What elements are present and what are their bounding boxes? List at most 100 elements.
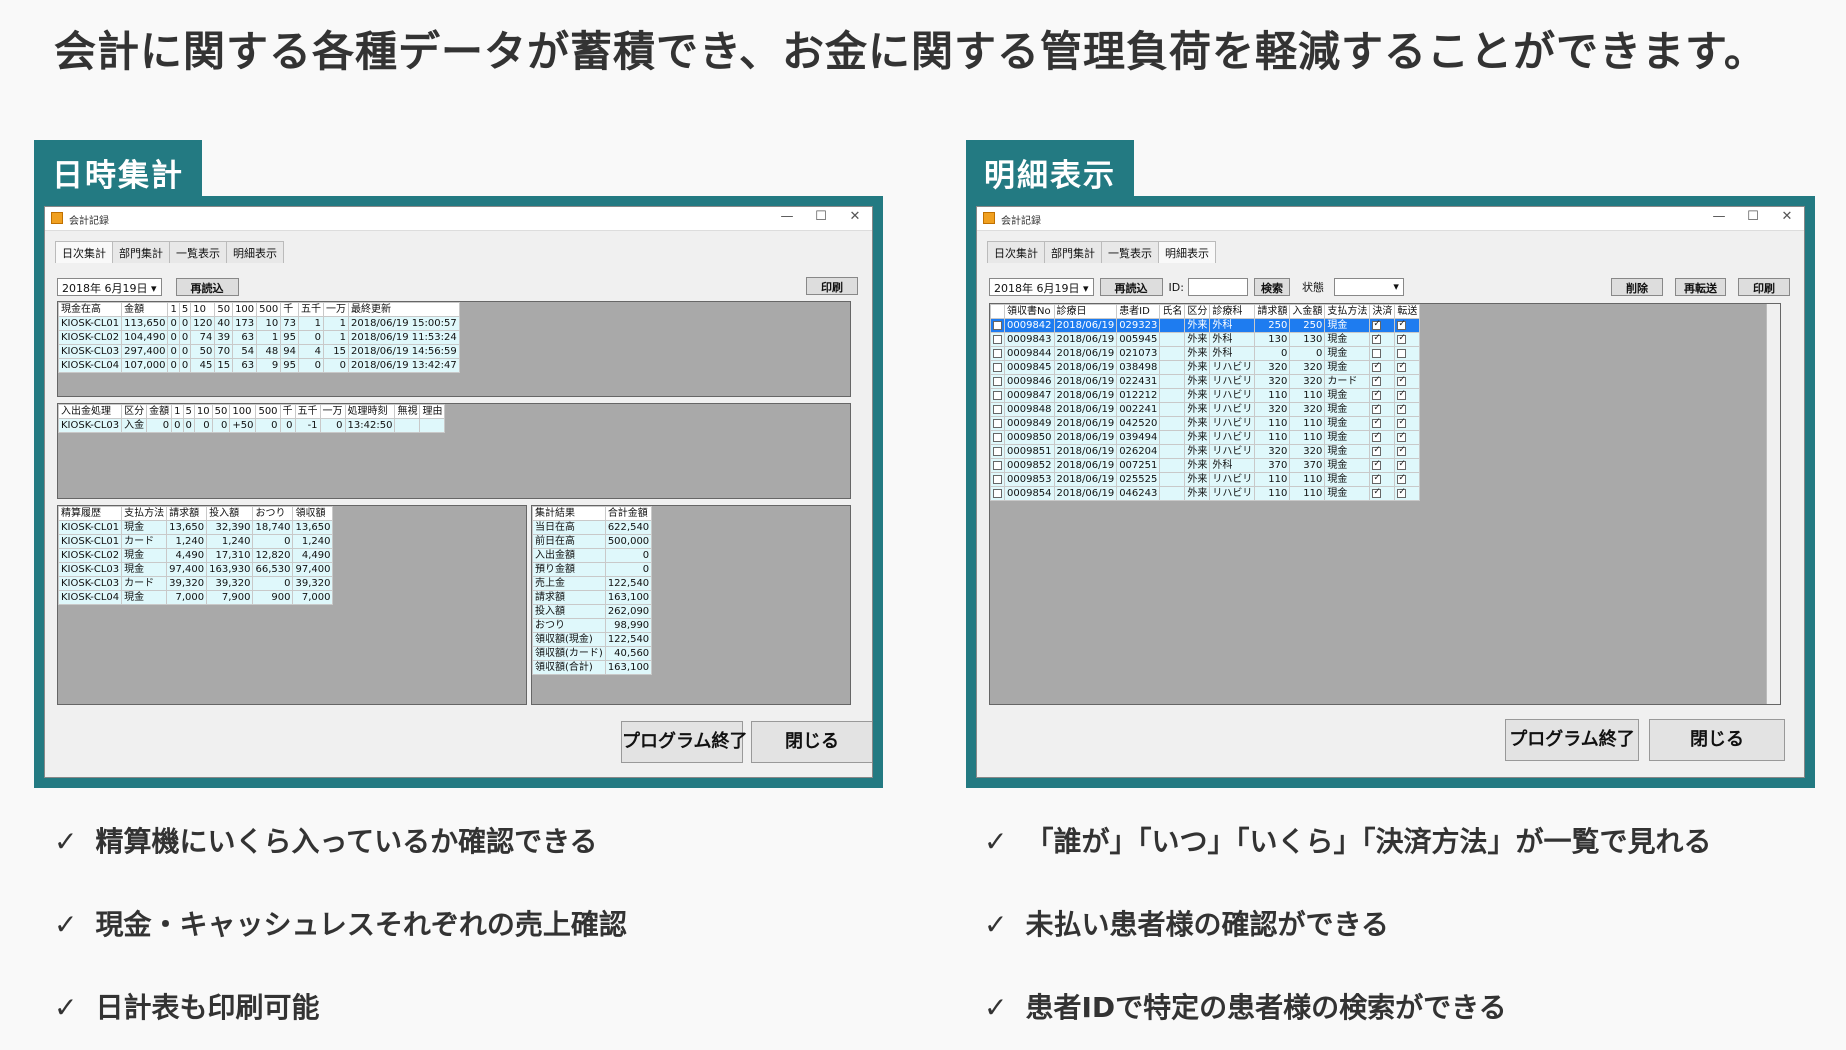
cash-grid[interactable]: 現金在高 金額 1 5 10 50 100 500 千五千 一万 最終更新 KIOSK-CL01 113… bbox=[57, 301, 851, 397]
table-row[interactable]: KIOSK-CL03 入金 0 0 0 0 0 +50 0 0 -1 0 13:42:50 bbox=[58, 418, 446, 433]
reload-button[interactable]: 再読込 bbox=[1099, 278, 1163, 296]
date-picker[interactable]: 2018年 6月19日 ▾ bbox=[57, 278, 162, 296]
column-header[interactable]: 集計結果 bbox=[532, 506, 606, 521]
column-header[interactable]: 患者ID bbox=[1116, 304, 1161, 319]
column-header[interactable]: 領収額 bbox=[292, 506, 334, 521]
checkbox[interactable] bbox=[1372, 374, 1382, 387]
checkbox[interactable] bbox=[1372, 472, 1382, 485]
column-header[interactable]: 精算履歴 bbox=[58, 506, 123, 521]
detail-grid[interactable]: 領収書No 診療日 患者ID 氏名 区分 診療科 請求額 入金額 支払方法 決済 転送 0009842… bbox=[989, 303, 1781, 705]
summary-grid[interactable]: 集計結果 合計金額 当日在高 622,540 前日在高 500,000 入出金額 0 預り金額 0… bbox=[531, 505, 851, 705]
column-header[interactable]: 1 bbox=[167, 302, 180, 317]
checkbox[interactable] bbox=[1372, 402, 1382, 415]
column-header[interactable]: 500 bbox=[256, 302, 282, 317]
column-header[interactable]: 請求額 bbox=[166, 506, 208, 521]
table-row[interactable]: 0009847 2018/06/19 012212 外来 リハビリ 110 110 現金 bbox=[990, 388, 1421, 403]
checkbox[interactable] bbox=[1372, 332, 1382, 345]
checkbox[interactable] bbox=[1397, 374, 1407, 387]
checkbox[interactable] bbox=[1372, 348, 1382, 358]
column-header[interactable]: 区分 bbox=[121, 404, 148, 419]
reload-button[interactable]: 再読込 bbox=[175, 278, 239, 296]
print-button[interactable]: 印刷 bbox=[806, 277, 858, 295]
column-header[interactable]: 領収書No bbox=[1004, 304, 1055, 319]
column-header[interactable]: 投入額 bbox=[206, 506, 254, 521]
checkbox[interactable] bbox=[993, 418, 1002, 428]
table-row[interactable]: 入出金額 0 bbox=[532, 548, 653, 563]
table-row[interactable]: 0009848 2018/06/19 002241 外来 リハビリ 320 320 現金 bbox=[990, 402, 1421, 417]
table-row[interactable]: 0009843 2018/06/19 005945 外来 外科 130 130 現金 bbox=[990, 332, 1421, 347]
column-header[interactable]: 氏名 bbox=[1159, 304, 1186, 319]
table-row[interactable]: KIOSK-CL02 104,490 0 0 74 39 63 1 95 0 1 2018/06/19… bbox=[58, 330, 460, 345]
table-row[interactable]: KIOSK-CL03 現金 97,400 163,930 66,530 97,400 bbox=[58, 562, 334, 577]
checkbox[interactable] bbox=[1397, 388, 1407, 401]
table-row[interactable]: 0009853 2018/06/19 025525 外来 リハビリ 110 110 現金 bbox=[990, 472, 1421, 487]
minimize-icon[interactable]: — bbox=[1704, 209, 1734, 224]
table-row[interactable]: おつり 98,990 bbox=[532, 618, 653, 633]
table-row[interactable]: 当日在高 622,540 bbox=[532, 520, 653, 535]
search-button[interactable]: 検索 bbox=[1253, 278, 1290, 296]
column-header[interactable]: 千 bbox=[279, 404, 296, 419]
program-exit-button[interactable]: プログラム終了 bbox=[1505, 719, 1639, 761]
table-row[interactable]: 領収額(カード) 40,560 bbox=[532, 646, 653, 661]
tab-daily[interactable]: 日次集計 bbox=[55, 241, 113, 263]
checkbox[interactable] bbox=[1397, 332, 1407, 345]
table-row[interactable]: 0009846 2018/06/19 022431 外来 リハビリ 320 320 カード bbox=[990, 374, 1421, 389]
checkbox[interactable] bbox=[1397, 472, 1407, 485]
checkbox[interactable] bbox=[993, 362, 1002, 372]
checkbox[interactable] bbox=[1372, 388, 1382, 401]
close-button[interactable]: 閉じる bbox=[751, 721, 872, 763]
checkbox[interactable] bbox=[1372, 458, 1382, 471]
table-row[interactable]: 0009844 2018/06/19 021073 外来 外科 0 0 現金 bbox=[990, 346, 1421, 361]
checkbox[interactable] bbox=[993, 334, 1002, 344]
column-header[interactable]: 診療科 bbox=[1209, 304, 1256, 319]
table-row[interactable]: KIOSK-CL02 現金 4,490 17,310 12,820 4,490 bbox=[58, 548, 334, 563]
tab-daily[interactable]: 日次集計 bbox=[987, 241, 1045, 263]
retransfer-button[interactable]: 再転送 bbox=[1675, 278, 1726, 296]
column-header[interactable]: 支払方法 bbox=[1324, 304, 1371, 319]
tab-department[interactable]: 部門集計 bbox=[112, 241, 170, 263]
close-icon[interactable]: ✕ bbox=[840, 209, 870, 224]
checkbox[interactable] bbox=[1397, 360, 1407, 373]
column-header[interactable]: 最終更新 bbox=[347, 302, 460, 317]
vertical-scrollbar[interactable] bbox=[1766, 304, 1780, 704]
status-select[interactable]: ▾ bbox=[1333, 278, 1404, 296]
checkbox[interactable] bbox=[993, 460, 1002, 470]
close-icon[interactable]: ✕ bbox=[1772, 209, 1802, 224]
print-button[interactable]: 印刷 bbox=[1738, 278, 1790, 296]
column-header[interactable]: 五千 bbox=[294, 404, 321, 419]
table-row[interactable]: 請求額 163,100 bbox=[532, 590, 653, 605]
column-header[interactable]: 理由 bbox=[419, 404, 446, 419]
column-header[interactable]: 診療日 bbox=[1053, 304, 1118, 319]
checkbox[interactable] bbox=[1397, 444, 1407, 457]
column-header[interactable]: 10 bbox=[190, 302, 216, 317]
table-row[interactable]: 売上金 122,540 bbox=[532, 576, 653, 591]
column-header[interactable]: 千 bbox=[280, 302, 299, 317]
checkbox[interactable] bbox=[1372, 416, 1382, 429]
column-header[interactable]: 入金額 bbox=[1289, 304, 1326, 319]
checkbox[interactable] bbox=[993, 446, 1002, 456]
io-grid[interactable]: 入出金処理 区分 金額 1 5 10 50 100 500 千五千 一万 処理時刻 無視 理由 KIOSK-… bbox=[57, 403, 851, 499]
table-row[interactable]: 0009850 2018/06/19 039494 外来 リハビリ 110 110 現金 bbox=[990, 430, 1421, 445]
column-header[interactable] bbox=[990, 304, 1005, 319]
table-row[interactable]: 0009851 2018/06/19 026204 外来 リハビリ 320 320 現金 bbox=[990, 444, 1421, 459]
table-row[interactable]: KIOSK-CL04 現金 7,000 7,900 900 7,000 bbox=[58, 590, 334, 605]
table-row[interactable]: 0009845 2018/06/19 038498 外来 リハビリ 320 320 現金 bbox=[990, 360, 1421, 375]
column-header[interactable]: 五千 bbox=[297, 302, 324, 317]
settle-grid[interactable]: 精算履歴 支払方法 請求額 投入額 おつり 領収額 KIOSK-CL01 現金 13,650 32… bbox=[57, 505, 527, 705]
checkbox[interactable] bbox=[1397, 430, 1407, 443]
column-header[interactable]: 入出金処理 bbox=[58, 404, 123, 419]
checkbox[interactable] bbox=[1397, 458, 1407, 471]
table-row[interactable]: 預り金額 0 bbox=[532, 562, 653, 577]
checkbox[interactable] bbox=[993, 320, 1002, 330]
date-picker[interactable]: 2018年 6月19日 ▾ bbox=[989, 278, 1094, 296]
checkbox[interactable] bbox=[1397, 348, 1407, 358]
column-header[interactable]: 一万 bbox=[322, 302, 349, 317]
column-header[interactable]: 決済 bbox=[1369, 304, 1396, 319]
column-header[interactable]: 100 bbox=[229, 404, 257, 419]
column-header[interactable]: 合計金額 bbox=[604, 506, 653, 521]
delete-button[interactable]: 削除 bbox=[1611, 278, 1663, 296]
tab-list[interactable]: 一覧表示 bbox=[1101, 241, 1159, 263]
table-row[interactable]: 投入額 262,090 bbox=[532, 604, 653, 619]
program-exit-button[interactable]: プログラム終了 bbox=[621, 721, 747, 763]
column-header[interactable]: 一万 bbox=[319, 404, 346, 419]
